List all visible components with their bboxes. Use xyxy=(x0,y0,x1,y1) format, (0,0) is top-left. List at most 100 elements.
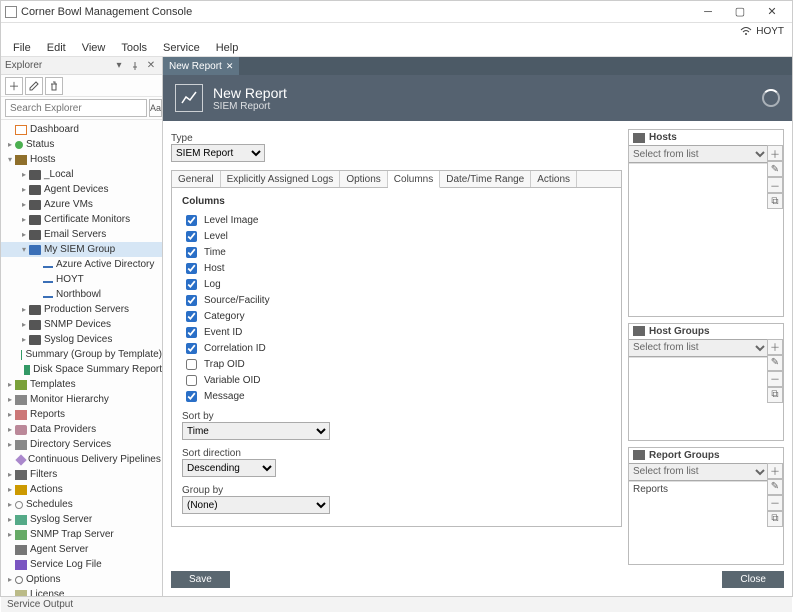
tree-node[interactable]: ▸Status xyxy=(1,137,162,152)
type-select[interactable]: SIEM Report xyxy=(171,144,265,162)
expand-icon[interactable]: ▾ xyxy=(19,245,29,254)
tab-columns[interactable]: Columns xyxy=(388,171,440,188)
column-option[interactable]: Category xyxy=(182,309,611,323)
reportgroups-edit-button[interactable]: ✎ xyxy=(767,479,783,495)
tree-node[interactable]: Dashboard xyxy=(1,122,162,137)
expand-icon[interactable]: ▸ xyxy=(19,305,29,314)
hosts-list[interactable] xyxy=(629,163,768,316)
panel-menu-icon[interactable]: ▾ xyxy=(112,59,126,73)
tree-node[interactable]: ▸Agent Devices xyxy=(1,182,162,197)
menu-help[interactable]: Help xyxy=(210,40,245,56)
tree-node[interactable]: ▸Email Servers xyxy=(1,227,162,242)
tree-node[interactable]: ▸Syslog Server xyxy=(1,512,162,527)
tree-node[interactable]: ▾Hosts xyxy=(1,152,162,167)
tab-date-time-range[interactable]: Date/Time Range xyxy=(440,171,531,187)
expand-icon[interactable]: ▸ xyxy=(19,335,29,344)
groupby-select[interactable]: (None) xyxy=(182,496,330,514)
hosts-select[interactable]: Select from list xyxy=(629,145,768,163)
tree-node[interactable]: Service Log File xyxy=(1,557,162,572)
tree-node[interactable]: ▸Actions xyxy=(1,482,162,497)
tree-node[interactable]: ▸Data Providers xyxy=(1,422,162,437)
column-option[interactable]: Trap OID xyxy=(182,357,611,371)
menu-view[interactable]: View xyxy=(76,40,112,56)
column-option[interactable]: Message xyxy=(182,389,611,403)
menu-file[interactable]: File xyxy=(7,40,37,56)
tree-node[interactable]: ▸Directory Services xyxy=(1,437,162,452)
tab-explicitly-assigned-logs[interactable]: Explicitly Assigned Logs xyxy=(221,171,341,187)
expand-icon[interactable]: ▾ xyxy=(5,155,15,164)
panel-pin-icon[interactable] xyxy=(128,59,142,73)
panel-close-icon[interactable]: ✕ xyxy=(144,59,158,73)
menu-edit[interactable]: Edit xyxy=(41,40,72,56)
reportgroups-add-button[interactable]: ＋ xyxy=(767,463,783,479)
document-tab[interactable]: New Report ✕ xyxy=(163,57,239,75)
tree-node[interactable]: Continuous Delivery Pipelines xyxy=(1,452,162,467)
tree-node[interactable]: ▸Options xyxy=(1,572,162,587)
column-checkbox[interactable] xyxy=(186,215,197,226)
sortdir-select[interactable]: Descending xyxy=(182,459,276,477)
reportgroups-copy-button[interactable]: ⧉ xyxy=(767,511,783,527)
column-checkbox[interactable] xyxy=(186,391,197,402)
hostgroups-add-button[interactable]: ＋ xyxy=(767,339,783,355)
expand-icon[interactable]: ▸ xyxy=(19,215,29,224)
column-checkbox[interactable] xyxy=(186,375,197,386)
expand-icon[interactable]: ▸ xyxy=(5,140,15,149)
column-option[interactable]: Correlation ID xyxy=(182,341,611,355)
expand-icon[interactable]: ▸ xyxy=(5,395,15,404)
tree-node[interactable]: ▸_Local xyxy=(1,167,162,182)
close-tab-icon[interactable]: ✕ xyxy=(226,61,234,72)
tab-options[interactable]: Options xyxy=(340,171,387,187)
expand-icon[interactable]: ▸ xyxy=(5,530,15,539)
minimize-button[interactable]: ─ xyxy=(692,2,724,22)
expand-icon[interactable]: ▸ xyxy=(19,200,29,209)
hosts-copy-button[interactable]: ⧉ xyxy=(767,193,783,209)
tree-node[interactable]: ▸Azure VMs xyxy=(1,197,162,212)
case-toggle-button[interactable]: Aa xyxy=(149,99,162,117)
tree-node[interactable]: ▸SNMP Devices xyxy=(1,317,162,332)
expand-icon[interactable]: ▸ xyxy=(19,170,29,179)
tree-node[interactable]: Agent Server xyxy=(1,542,162,557)
hostgroups-list[interactable] xyxy=(629,357,768,440)
tree-node[interactable]: HOYT xyxy=(1,272,162,287)
reportgroups-list[interactable]: Reports xyxy=(629,481,768,564)
reportgroups-select[interactable]: Select from list xyxy=(629,463,768,481)
hostgroups-select[interactable]: Select from list xyxy=(629,339,768,357)
close-window-button[interactable]: ✕ xyxy=(756,2,788,22)
column-checkbox[interactable] xyxy=(186,263,197,274)
tab-general[interactable]: General xyxy=(172,171,221,187)
expand-icon[interactable]: ▸ xyxy=(19,185,29,194)
sortby-select[interactable]: Time xyxy=(182,422,330,440)
delete-button[interactable] xyxy=(45,77,63,95)
list-item[interactable]: Reports xyxy=(633,484,764,495)
column-option[interactable]: Variable OID xyxy=(182,373,611,387)
close-button[interactable]: Close xyxy=(722,571,784,588)
column-checkbox[interactable] xyxy=(186,311,197,322)
column-option[interactable]: Level Image xyxy=(182,213,611,227)
menu-service[interactable]: Service xyxy=(157,40,206,56)
reportgroups-remove-button[interactable]: － xyxy=(767,495,783,511)
tree-node[interactable]: Summary (Group by Template) xyxy=(1,347,162,362)
hosts-add-button[interactable]: ＋ xyxy=(767,145,783,161)
hostgroups-copy-button[interactable]: ⧉ xyxy=(767,387,783,403)
expand-icon[interactable]: ▸ xyxy=(5,575,15,584)
expand-icon[interactable]: ▸ xyxy=(5,380,15,389)
tree-node[interactable]: Disk Space Summary Report xyxy=(1,362,162,377)
tree-node[interactable]: ▸SNMP Trap Server xyxy=(1,527,162,542)
column-checkbox[interactable] xyxy=(186,343,197,354)
tree-node[interactable]: License xyxy=(1,587,162,596)
column-checkbox[interactable] xyxy=(186,247,197,258)
hostgroups-remove-button[interactable]: － xyxy=(767,371,783,387)
column-option[interactable]: Level xyxy=(182,229,611,243)
column-checkbox[interactable] xyxy=(186,359,197,370)
column-checkbox[interactable] xyxy=(186,231,197,242)
save-button[interactable]: Save xyxy=(171,571,230,588)
tree-node[interactable]: ▸Certificate Monitors xyxy=(1,212,162,227)
expand-icon[interactable]: ▸ xyxy=(19,320,29,329)
column-option[interactable]: Source/Facility xyxy=(182,293,611,307)
tree-node[interactable]: ▸Templates xyxy=(1,377,162,392)
column-option[interactable]: Time xyxy=(182,245,611,259)
expand-icon[interactable]: ▸ xyxy=(5,500,15,509)
tree-node[interactable]: ▸Syslog Devices xyxy=(1,332,162,347)
expand-icon[interactable]: ▸ xyxy=(5,410,15,419)
maximize-button[interactable]: ▢ xyxy=(724,2,756,22)
